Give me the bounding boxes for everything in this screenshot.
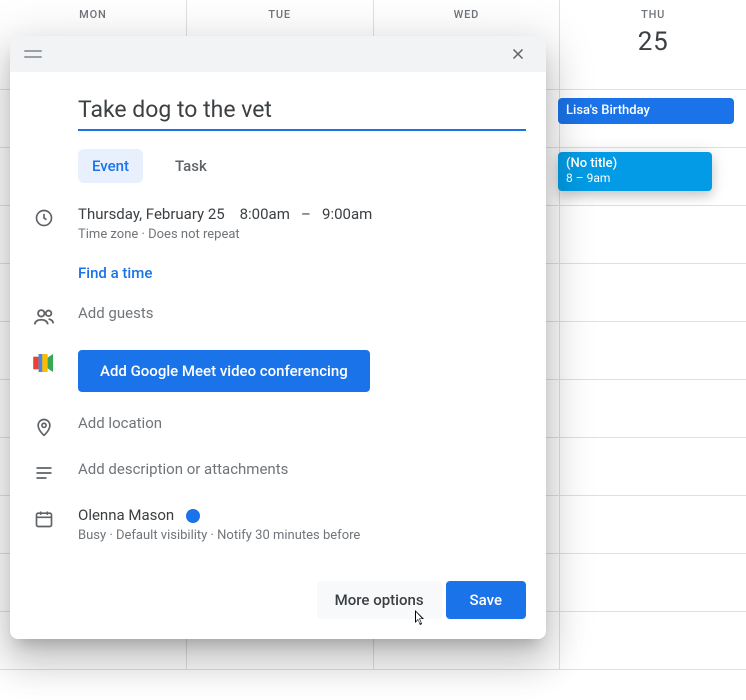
dialog-footer: More options Save	[10, 563, 546, 639]
google-meet-icon	[30, 350, 58, 374]
timezone-repeat-text[interactable]: Time zone · Does not repeat	[78, 227, 526, 242]
location-pin-icon	[30, 414, 58, 438]
datetime-section[interactable]: Thursday, February 25 8:00am – 9:00am Ti…	[78, 205, 526, 242]
day-header-thu[interactable]: THU 25	[560, 0, 746, 89]
tab-event[interactable]: Event	[78, 149, 143, 183]
timed-event-chip[interactable]: (No title) 8 – 9am	[558, 152, 712, 191]
add-guests-button[interactable]: Add guests	[78, 304, 526, 322]
event-time: 8 – 9am	[566, 171, 704, 185]
find-a-time-link[interactable]: Find a time	[78, 264, 526, 282]
end-time[interactable]: 9:00am	[322, 205, 372, 223]
calendar-owner-section[interactable]: Olenna Mason Busy · Default visibility ·…	[78, 506, 526, 543]
close-icon	[509, 45, 527, 63]
save-button[interactable]: Save	[446, 581, 526, 619]
close-button[interactable]	[504, 40, 532, 68]
add-description-button[interactable]: Add description or attachments	[78, 460, 526, 478]
day-number: 25	[560, 27, 746, 57]
calendar-icon	[30, 506, 58, 530]
drag-handle-icon[interactable]	[24, 50, 42, 58]
event-type-tabs: Event Task	[78, 149, 526, 183]
event-title: (No title)	[566, 156, 704, 171]
more-options-button[interactable]: More options	[317, 581, 442, 619]
event-editor-dialog: Event Task Thursday, February 25 8:00am …	[10, 36, 546, 639]
add-google-meet-button[interactable]: Add Google Meet video conferencing	[78, 350, 370, 392]
tab-task[interactable]: Task	[161, 149, 221, 183]
calendar-owner-name: Olenna Mason	[78, 506, 174, 524]
people-icon	[30, 304, 58, 328]
calendar-color-dot[interactable]	[186, 509, 200, 523]
add-location-button[interactable]: Add location	[78, 414, 526, 432]
start-time[interactable]: 8:00am	[240, 205, 290, 223]
description-icon	[30, 460, 58, 484]
clock-icon	[30, 205, 58, 229]
all-day-event-chip[interactable]: Lisa's Birthday	[558, 98, 734, 124]
dialog-header	[10, 36, 546, 72]
visibility-notification-text: Busy · Default visibility · Notify 30 mi…	[78, 528, 526, 543]
event-title-input[interactable]	[78, 90, 526, 131]
event-date[interactable]: Thursday, February 25	[78, 205, 225, 223]
event-title: Lisa's Birthday	[566, 103, 650, 118]
